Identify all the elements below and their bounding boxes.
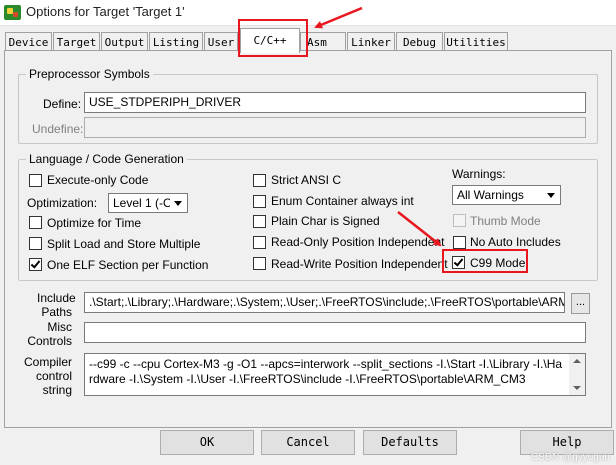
include-paths-label: Include Paths: [37, 291, 76, 319]
warnings-value: All Warnings: [457, 188, 524, 202]
tab-output[interactable]: Output: [101, 32, 148, 52]
enum-container-label: Enum Container always int: [271, 194, 414, 208]
tab-target[interactable]: Target: [53, 32, 100, 52]
cancel-button[interactable]: Cancel: [261, 430, 355, 455]
misc-controls-input[interactable]: [84, 322, 586, 343]
tab-strip: Device Target Output Listing User C/C++ …: [0, 26, 616, 53]
ro-position-label: Read-Only Position Independent: [271, 235, 445, 249]
rw-position-label: Read-Write Position Independent: [271, 257, 448, 271]
optimization-select[interactable]: Level 1 (-O1): [108, 193, 188, 213]
title-bar: Options for Target 'Target 1': [0, 0, 616, 26]
plain-char-label: Plain Char is Signed: [271, 214, 380, 228]
thumb-mode-label: Thumb Mode: [470, 214, 541, 228]
define-label: Define:: [43, 97, 82, 111]
watermark: CSDN @gyyuguu: [530, 452, 610, 463]
tab-c-cpp[interactable]: C/C++: [240, 28, 300, 53]
execute-only-checkbox[interactable]: [29, 174, 42, 187]
include-label-line1: Include: [37, 291, 76, 305]
one-elf-label: One ELF Section per Function: [47, 258, 209, 272]
tab-device[interactable]: Device: [5, 32, 52, 52]
compiler-label-line2: control: [35, 369, 72, 383]
one-elf-checkbox[interactable]: [29, 258, 42, 271]
thumb-mode-checkbox[interactable]: [453, 214, 466, 227]
include-paths-browse-button[interactable]: ...: [571, 293, 590, 314]
enum-container-checkbox[interactable]: [253, 195, 266, 208]
optimization-label: Optimization:: [27, 196, 98, 210]
include-paths-input[interactable]: .\Start;.\Library;.\Hardware;.\System;.\…: [84, 292, 565, 313]
compiler-control-label: Compiler control string: [24, 355, 72, 397]
misc-controls-label: Misc Controls: [27, 320, 72, 348]
rw-position-checkbox[interactable]: [253, 257, 266, 270]
misc-label-line2: Controls: [27, 334, 72, 348]
tab-asm[interactable]: Asm: [300, 32, 346, 52]
undefine-label: Undefine:: [32, 122, 84, 136]
c99-mode-label: C99 Mode: [470, 256, 526, 270]
compiler-control-text: --c99 -c --cpu Cortex-M3 -g -O1 --apcs=i…: [89, 357, 563, 386]
no-auto-includes-checkbox[interactable]: [453, 236, 466, 249]
compiler-control-string: --c99 -c --cpu Cortex-M3 -g -O1 --apcs=i…: [84, 353, 586, 396]
compiler-control-scrollbar[interactable]: [569, 354, 585, 395]
warnings-label: Warnings:: [452, 167, 506, 181]
defaults-button[interactable]: Defaults: [363, 430, 457, 455]
include-label-line2: Paths: [41, 305, 72, 319]
execute-only-label: Execute-only Code: [47, 173, 149, 187]
undefine-input[interactable]: [84, 117, 586, 138]
chevron-down-icon: [543, 187, 559, 203]
compiler-label-line1: Compiler: [24, 355, 73, 369]
no-auto-includes-label: No Auto Includes: [470, 235, 561, 249]
preprocessor-legend: Preprocessor Symbols: [26, 67, 153, 81]
ok-button[interactable]: OK: [160, 430, 254, 455]
tab-debug[interactable]: Debug: [396, 32, 443, 52]
optimize-time-checkbox[interactable]: [29, 216, 42, 229]
plain-char-checkbox[interactable]: [253, 215, 266, 228]
checkmark-icon: [30, 258, 41, 269]
window-title: Options for Target 'Target 1': [26, 4, 185, 19]
tab-utilities[interactable]: Utilities: [444, 32, 508, 52]
tab-user[interactable]: User: [204, 32, 238, 52]
compiler-label-line3: string: [42, 383, 72, 397]
chevron-down-icon: [170, 195, 186, 211]
c99-mode-checkbox[interactable]: [452, 256, 465, 269]
strict-ansi-label: Strict ANSI C: [271, 173, 342, 187]
split-load-checkbox[interactable]: [29, 237, 42, 250]
language-legend: Language / Code Generation: [26, 152, 187, 166]
misc-label-line1: Misc: [47, 320, 72, 334]
strict-ansi-checkbox[interactable]: [253, 174, 266, 187]
checkmark-icon: [453, 256, 464, 267]
split-load-label: Split Load and Store Multiple: [47, 237, 201, 251]
tab-linker[interactable]: Linker: [347, 32, 395, 52]
optimize-time-label: Optimize for Time: [47, 216, 142, 230]
warnings-select[interactable]: All Warnings: [452, 185, 561, 205]
keil-app-icon: [4, 5, 21, 20]
define-input[interactable]: USE_STDPERIPH_DRIVER: [84, 92, 586, 113]
tab-listing[interactable]: Listing: [149, 32, 203, 52]
ro-position-checkbox[interactable]: [253, 236, 266, 249]
